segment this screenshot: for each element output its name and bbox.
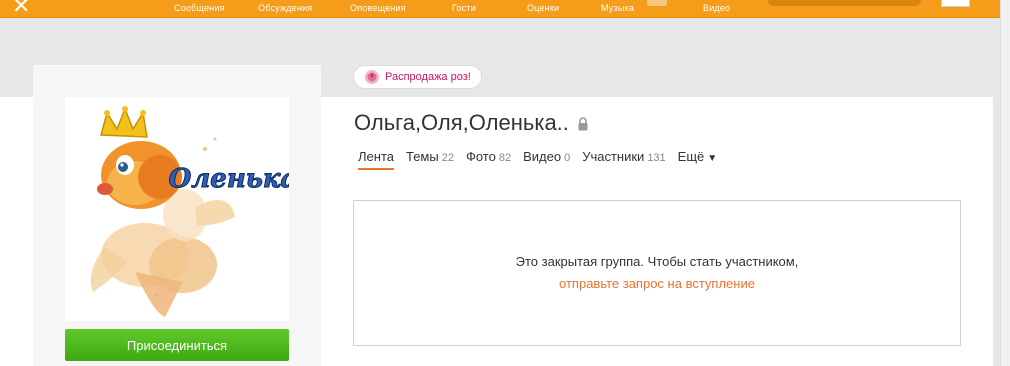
group-title: Ольга,Оля,Оленька.. (354, 110, 589, 136)
music-badge (647, 0, 667, 6)
group-avatar[interactable]: Оленька (65, 97, 298, 321)
tab-photos-label: Фото (465, 149, 496, 164)
tab-photos[interactable]: Фото 82 (466, 149, 511, 170)
nav-discussions[interactable]: Обсуждения (258, 3, 312, 13)
nav-guests[interactable]: Гости (452, 3, 476, 13)
lock-icon (578, 117, 588, 131)
promo-label: Распродажа роз! (385, 71, 471, 83)
rose-icon (365, 70, 379, 84)
user-avatar[interactable] (941, 0, 970, 7)
nav-video[interactable]: Видео (703, 3, 730, 13)
tab-topics-label: Темы (405, 149, 439, 164)
promo-roses-button[interactable]: Распродажа роз! (353, 65, 482, 89)
left-margin (0, 97, 33, 366)
tab-topics-count: 22 (441, 152, 454, 164)
send-join-request-link[interactable]: отправьте запрос на вступление (354, 276, 960, 291)
top-navigation-bar: ✕ Сообщения Обсуждения Оповещения Гости … (0, 0, 1000, 18)
goldfish-avatar-image: Оленька (90, 106, 298, 317)
search-input[interactable] (768, 0, 921, 6)
nav-messages[interactable]: Сообщения (174, 3, 225, 13)
tab-more-label: Ещё (677, 149, 705, 164)
scrollbar[interactable] (1000, 0, 1010, 366)
nav-ratings[interactable]: Оценки (527, 3, 559, 13)
group-title-text: Ольга,Оля,Оленька.. (354, 110, 569, 135)
tab-feed[interactable]: Лента (358, 149, 394, 170)
tab-topics[interactable]: Темы 22 (406, 149, 454, 170)
logo-icon[interactable]: ✕ (12, 0, 30, 17)
nav-notifications[interactable]: Оповещения (350, 3, 406, 13)
svg-text:Оленька: Оленька (169, 164, 289, 194)
tab-more[interactable]: Ещё ▼ (678, 149, 718, 170)
tab-video-label: Видео (523, 149, 562, 164)
tab-video-count: 0 (564, 152, 571, 164)
group-tabs: Лента Темы 22 Фото 82 Видео 0 Участники 131 … (358, 149, 717, 170)
tab-members[interactable]: Участники 131 (582, 149, 665, 170)
closed-group-text: Это закрытая группа. Чтобы стать участни… (515, 254, 799, 269)
tab-video[interactable]: Видео 0 (523, 149, 570, 170)
tab-feed-label: Лента (358, 149, 394, 164)
nav-music[interactable]: Музыка (601, 3, 634, 13)
chevron-down-icon: ▼ (707, 153, 718, 164)
closed-group-notice: Это закрытая группа. Чтобы стать участни… (353, 200, 961, 346)
tab-members-count: 131 (647, 152, 666, 164)
tab-photos-count: 82 (498, 152, 512, 164)
join-button[interactable]: Присоединиться (65, 329, 289, 361)
group-sidebar: Оленька Присоединиться (33, 65, 321, 366)
tab-members-label: Участники (582, 149, 645, 164)
